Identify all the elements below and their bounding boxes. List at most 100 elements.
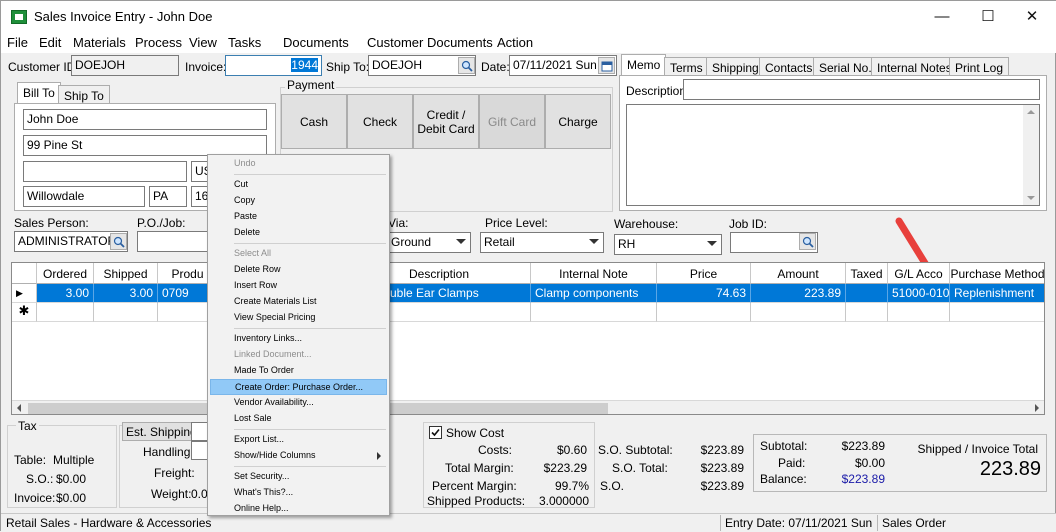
context-menu-item-paste[interactable]: Paste [210,209,387,225]
date-picker-button[interactable] [598,57,615,74]
context-menu-item-show-hide-columns[interactable]: Show/Hide Columns [210,448,387,464]
payment-label: Payment [285,78,337,92]
col-purchase-method[interactable]: Purchase Method [950,263,1044,284]
credit-debit-card-button[interactable]: Credit / Debit Card [413,94,479,149]
new-cell[interactable] [657,303,751,322]
context-menu-item-what-s-this[interactable]: What's This?... [210,485,387,501]
address-name-field[interactable]: John Doe [23,109,267,130]
context-menu-item-inventory-links[interactable]: Inventory Links... [210,331,387,347]
new-cell[interactable] [751,303,846,322]
menu-documents[interactable]: Documents [283,35,349,50]
new-cell[interactable] [37,303,94,322]
ship-to-lookup-button[interactable] [458,57,475,74]
new-cell[interactable] [531,303,657,322]
so-total-value: $223.89 [700,461,744,475]
cash-button[interactable]: Cash [281,94,347,149]
via-select[interactable]: Ground [387,232,471,253]
context-menu-item-undo: Undo [210,156,387,172]
address-state-field[interactable]: PA [149,186,187,207]
menu-view[interactable]: View [189,35,217,50]
context-menu-item-cut[interactable]: Cut [210,177,387,193]
context-menu-item-online-help[interactable]: Online Help... [210,501,387,517]
sales-person-lookup-button[interactable] [110,233,127,250]
context-menu-item-delete-row[interactable]: Delete Row [210,262,387,278]
gift-card-button[interactable]: Gift Card [479,94,545,149]
total-margin-value: $223.29 [543,461,587,475]
tab-print-log[interactable]: Print Log [949,57,1010,77]
maximize-button[interactable]: ☐ [965,1,1011,33]
menu-customer-documents[interactable]: Customer Documents [367,35,493,50]
tab-memo[interactable]: Memo [621,54,667,76]
line-items-grid[interactable]: Ordered Shipped Produ Description Intern… [11,262,1045,415]
cell-shipped[interactable]: 3.00 [94,284,158,303]
context-menu-item-delete[interactable]: Delete [210,225,387,241]
new-cell[interactable] [94,303,158,322]
context-menu-item-create-order-purchase-order[interactable]: Create Order: Purchase Order... [210,379,387,395]
menu-materials[interactable]: Materials [73,35,126,50]
tab-bill-to[interactable]: Bill To [17,82,61,104]
col-internal-note[interactable]: Internal Note [531,263,657,284]
address-line3-field[interactable] [23,161,187,182]
context-menu-item-made-to-order[interactable]: Made To Order [210,363,387,379]
est-shipping-button[interactable]: Est. Shipping: [122,422,200,441]
menu-action[interactable]: Action [497,35,533,50]
address-city-field[interactable]: Willowdale [23,186,145,207]
memo-textarea[interactable] [626,104,1040,206]
col-price[interactable]: Price [657,263,751,284]
address-street-field[interactable]: 99 Pine St [23,135,267,156]
menu-file[interactable]: File [7,35,28,50]
new-cell[interactable] [950,303,1044,322]
warehouse-select[interactable]: RH [614,234,722,255]
context-menu-item-view-special-pricing[interactable]: View Special Pricing [210,310,387,326]
tab-shipping[interactable]: Shipping [706,57,765,77]
minimize-button[interactable]: — [919,1,965,33]
cell-ordered[interactable]: 3.00 [37,284,94,303]
cell-amount[interactable]: 223.89 [751,284,846,303]
invoice-field[interactable]: 1944 [225,55,322,76]
cell-price[interactable]: 74.63 [657,284,751,303]
grid-horizontal-scrollbar[interactable] [12,400,1044,414]
context-menu-item-label: Paste [234,211,258,221]
new-cell[interactable] [846,303,888,322]
close-button[interactable]: ✕ [1009,1,1055,33]
status-separator [720,515,721,531]
context-menu-item-set-security[interactable]: Set Security... [210,469,387,485]
col-shipped[interactable]: Shipped [94,263,158,284]
context-menu-item-label: Insert Row [234,280,278,290]
job-id-lookup-button[interactable] [799,233,816,250]
context-menu-item-create-materials-list[interactable]: Create Materials List [210,294,387,310]
new-cell[interactable] [888,303,950,322]
tab-ship-to[interactable]: Ship To [58,85,110,105]
context-menu-item-label: Delete [234,227,261,237]
tab-serial-no[interactable]: Serial No. [813,57,878,77]
tab-internal-notes[interactable]: Internal Notes [871,57,958,77]
charge-button[interactable]: Charge [545,94,611,149]
col-gl-account[interactable]: G/L Acco [888,263,950,284]
context-menu-item-export-list[interactable]: Export List... [210,432,387,448]
tab-contacts[interactable]: Contacts [759,57,819,77]
show-cost-checkbox[interactable] [429,426,442,439]
context-menu-item-insert-row[interactable]: Insert Row [210,278,387,294]
submenu-arrow-icon [377,452,381,460]
check-button[interactable]: Check [347,94,413,149]
cell-internal-note[interactable]: Clamp components [531,284,657,303]
context-menu-item-lost-sale[interactable]: Lost Sale [210,411,387,427]
description-field[interactable] [683,79,1040,100]
memo-scrollbar[interactable] [1023,105,1039,205]
tab-terms[interactable]: Terms [664,57,709,77]
context-menu-item-vendor-availability[interactable]: Vendor Availability... [210,395,387,411]
col-ordered[interactable]: Ordered [37,263,94,284]
cell-taxed[interactable] [846,284,888,303]
menu-process[interactable]: Process [135,35,182,50]
customer-id-field[interactable]: DOEJOH [71,55,179,76]
menu-edit[interactable]: Edit [39,35,61,50]
po-job-field[interactable] [137,231,209,252]
shipped-products-value: 3.000000 [538,494,589,508]
cell-purchase-method[interactable]: Replenishment [950,284,1044,303]
context-menu-item-copy[interactable]: Copy [210,193,387,209]
menu-tasks[interactable]: Tasks [228,35,261,50]
col-taxed[interactable]: Taxed [846,263,888,284]
price-level-select[interactable]: Retail [480,232,604,253]
cell-gl-account[interactable]: 51000-010 [888,284,950,303]
col-amount[interactable]: Amount [751,263,846,284]
